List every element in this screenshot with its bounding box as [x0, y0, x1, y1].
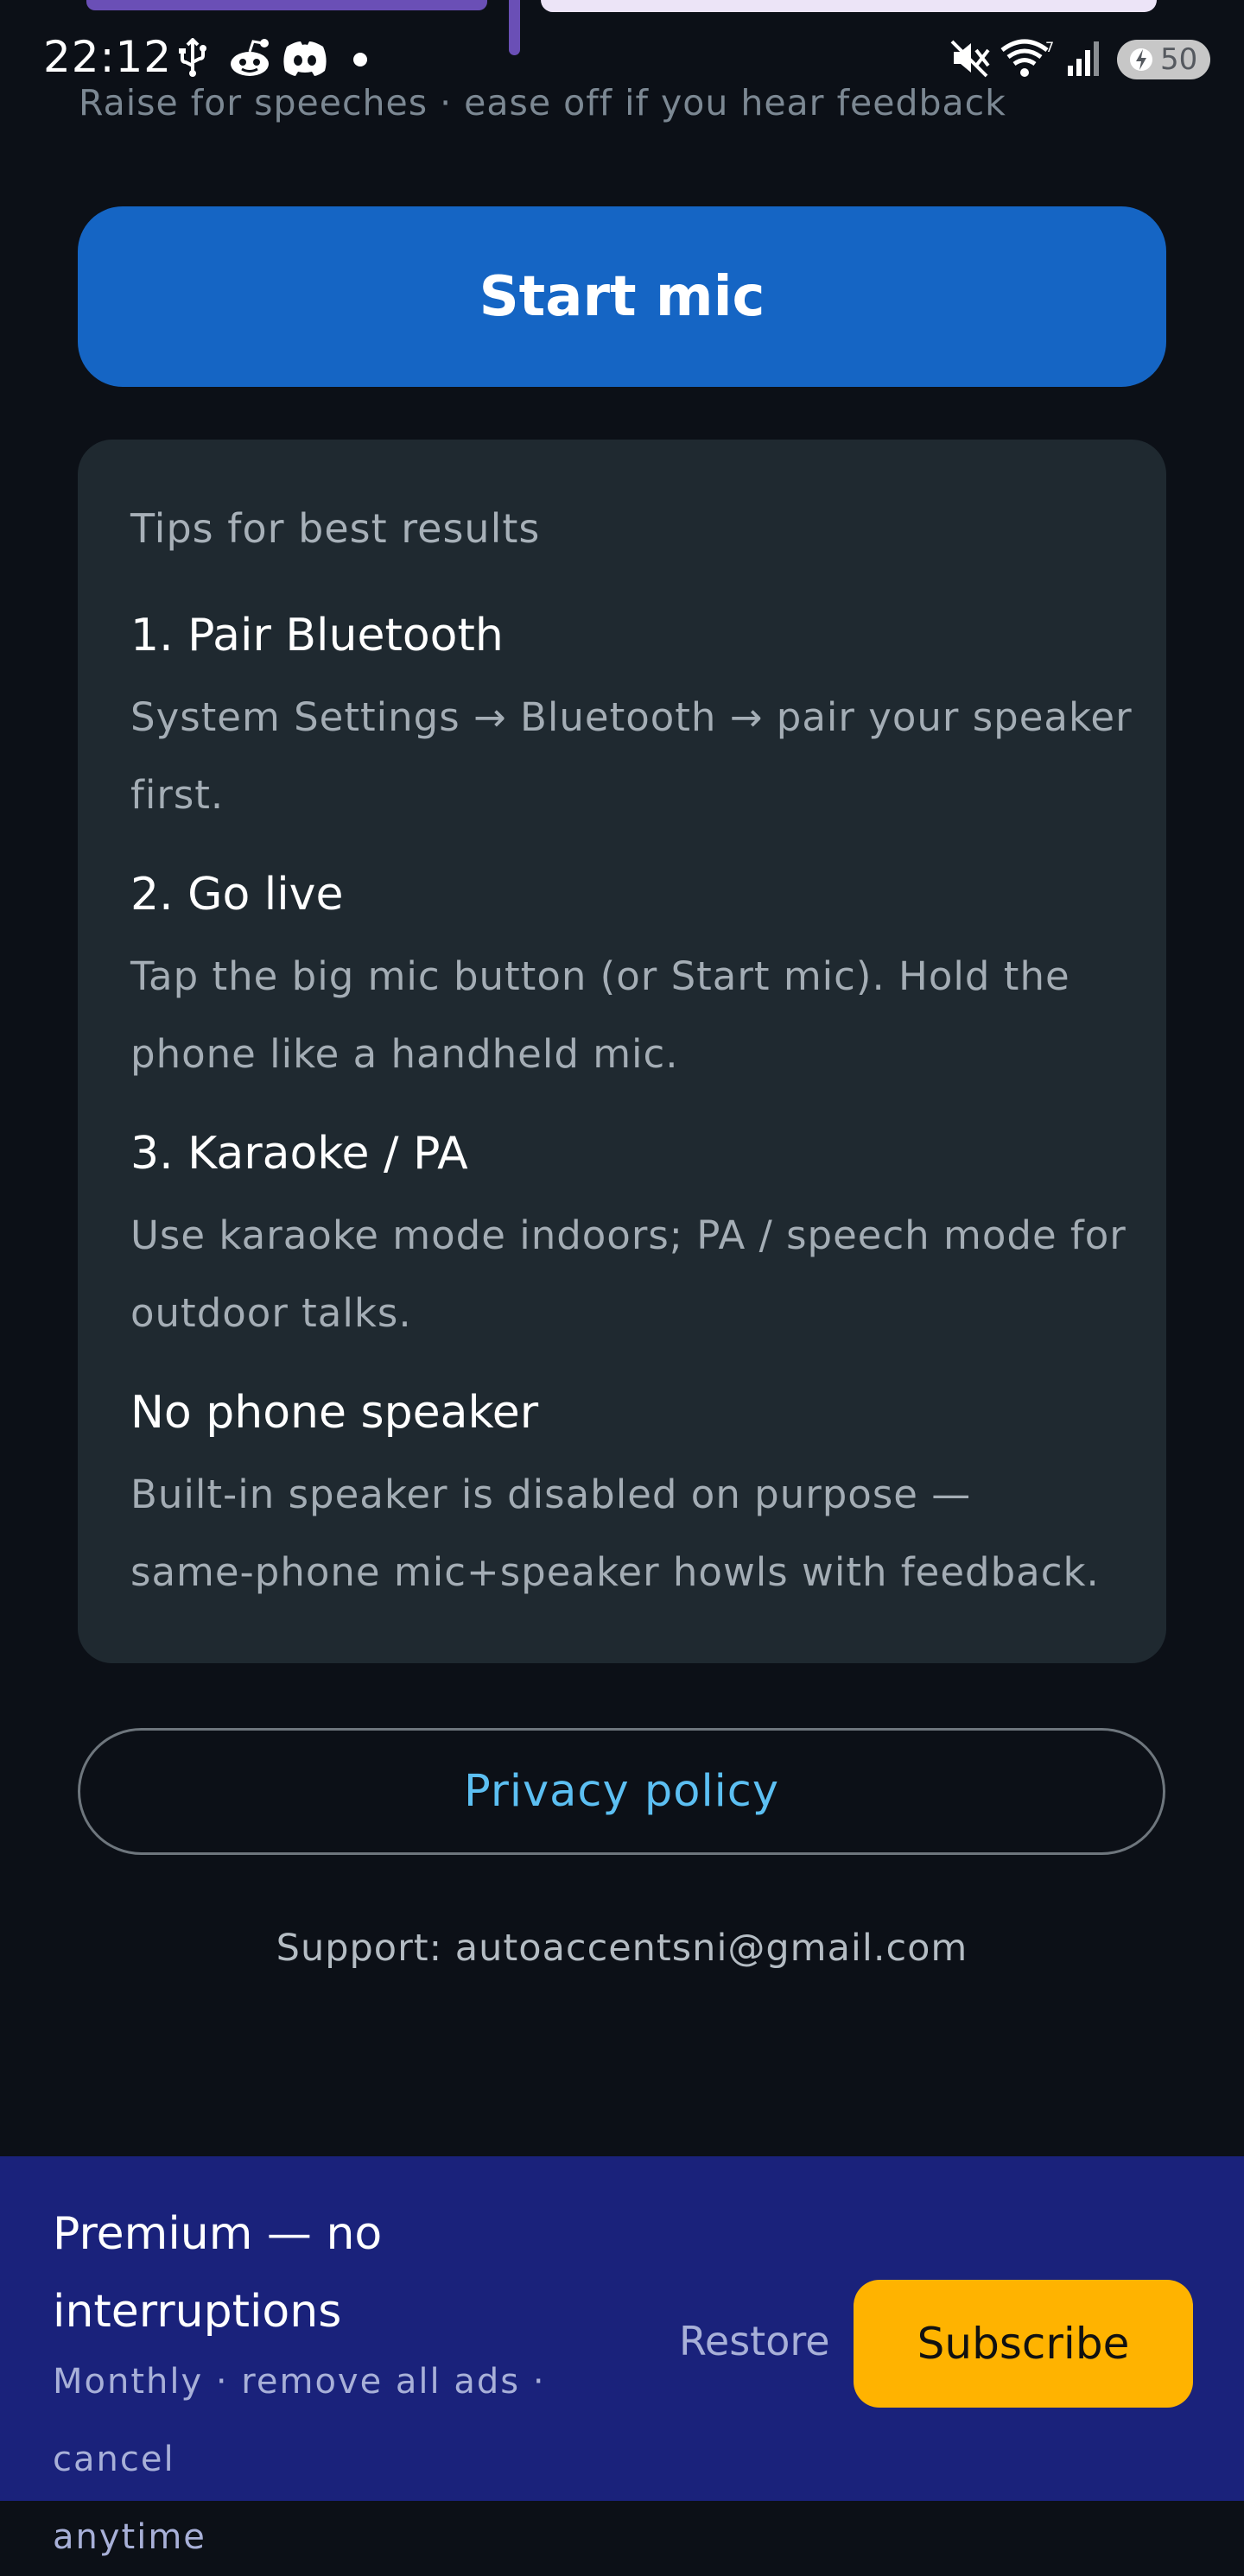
usb-icon [179, 38, 206, 77]
tip-body-line: phone like a handheld mic. [130, 1031, 679, 1077]
premium-subtitle-line: anytime [53, 2517, 206, 2557]
tip-body-line: same-phone mic+speaker howls with feedba… [130, 1549, 1100, 1595]
tip-body-line: Use karaoke mode indoors; PA / speech mo… [130, 1212, 1127, 1258]
start-mic-button[interactable]: Start mic [78, 206, 1166, 387]
tip-body-line: first. [130, 772, 225, 818]
notification-dot-icon [353, 53, 367, 66]
premium-subtitle-line: Monthly · remove all ads · cancel [53, 2362, 546, 2479]
tip-title: No phone speaker [130, 1387, 539, 1439]
mute-icon [950, 40, 990, 78]
status-time: 22:12 [43, 32, 173, 82]
premium-banner: Premium — no interruptions Monthly · rem… [0, 2156, 1244, 2557]
tips-card: Tips for best results 1. Pair Bluetooth … [78, 440, 1166, 1663]
tip-body: Built-in speaker is disabled on purpose … [130, 1456, 1133, 1611]
tip-body-line: Tap the big mic button (or Start mic). H… [130, 953, 1070, 999]
tips-heading: Tips for best results [130, 505, 541, 552]
tip-body-line: System Settings → Bluetooth → pair your … [130, 694, 1133, 740]
reddit-icon [231, 39, 269, 76]
privacy-policy-button[interactable]: Privacy policy [78, 1728, 1165, 1855]
tip-title: 1. Pair Bluetooth [130, 610, 504, 661]
premium-title-line: interruptions [53, 2286, 342, 2338]
tip-body: System Settings → Bluetooth → pair your … [130, 679, 1133, 834]
volume-hint: Raise for speeches · ease off if you hea… [79, 82, 1006, 123]
restore-button[interactable]: Restore [679, 2317, 830, 2365]
battery-indicator: 50 [1117, 40, 1210, 79]
wifi-icon: 7 [1000, 39, 1054, 77]
tip-body: Tap the big mic button (or Start mic). H… [130, 938, 1133, 1093]
premium-title: Premium — no interruptions [53, 2195, 657, 2351]
svg-text:7: 7 [1045, 39, 1054, 55]
battery-charging-icon [1130, 48, 1152, 71]
tip-body-line: Built-in speaker is disabled on purpose … [130, 1472, 972, 1517]
tip-body: Use karaoke mode indoors; PA / speech mo… [130, 1197, 1133, 1352]
premium-subtitle: Monthly · remove all ads · cancel anytim… [53, 2343, 657, 2576]
premium-title-line: Premium — no [53, 2208, 383, 2260]
support-email[interactable]: Support: autoaccentsni@gmail.com [0, 1922, 1244, 1974]
signal-icon [1068, 41, 1099, 76]
subscribe-button[interactable]: Subscribe [854, 2280, 1193, 2408]
tip-title: 3. Karaoke / PA [130, 1128, 468, 1180]
battery-level: 50 [1160, 42, 1198, 77]
discord-icon [283, 41, 327, 76]
tip-title: 2. Go live [130, 869, 344, 921]
tip-body-line: outdoor talks. [130, 1290, 412, 1336]
